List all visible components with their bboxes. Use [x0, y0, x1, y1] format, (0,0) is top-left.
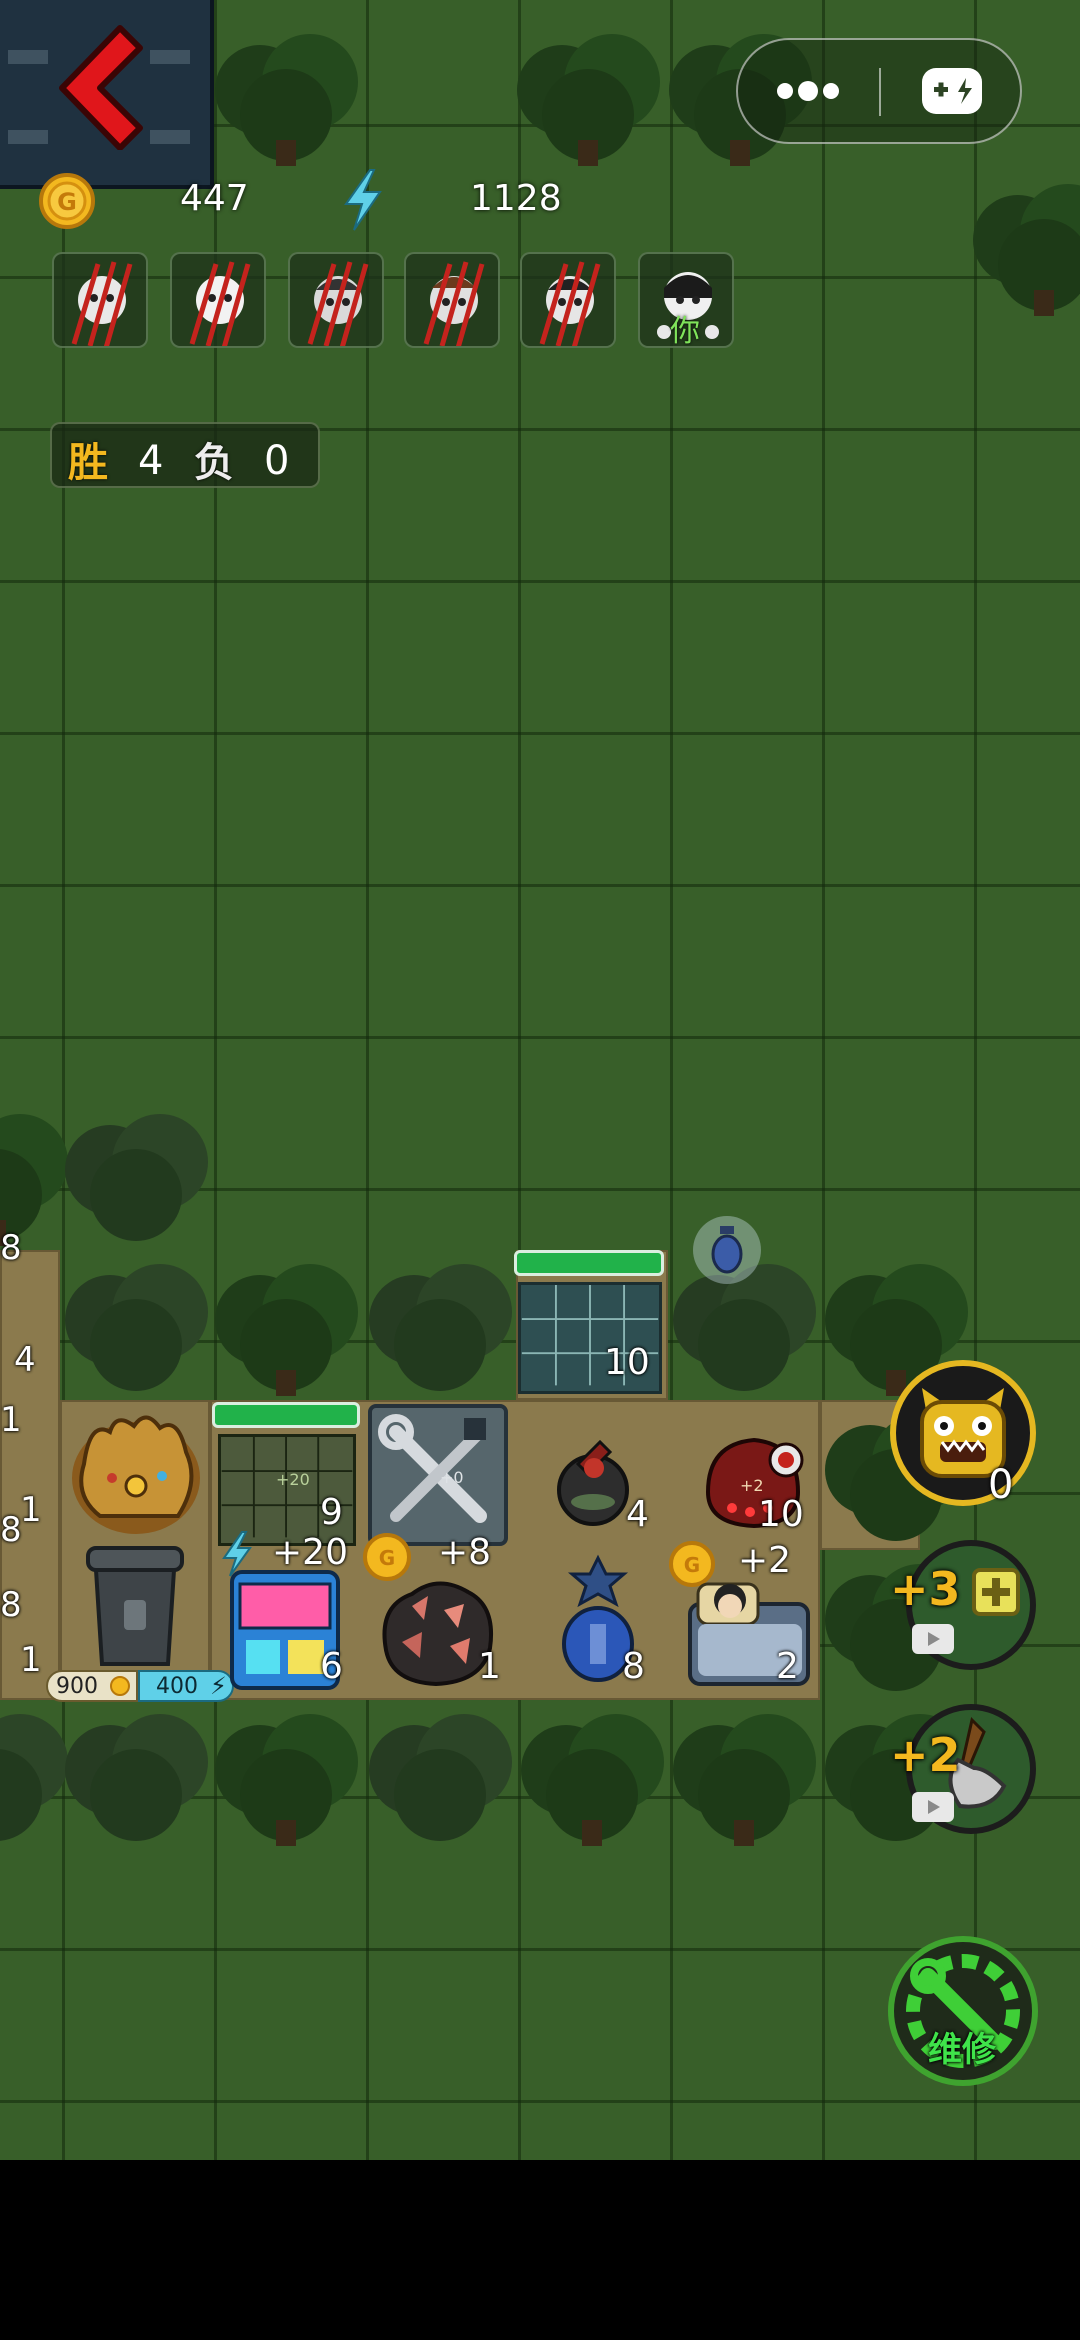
back-arrow-icon	[59, 25, 143, 151]
wrench-screwdriver-icon	[378, 1414, 487, 1523]
trash-can[interactable]	[80, 1540, 190, 1674]
win-count: 4	[138, 438, 164, 484]
gamepad-icon	[922, 68, 982, 114]
tree	[512, 20, 664, 170]
locker-health-bar	[212, 1402, 360, 1428]
repair-button[interactable]: 维修	[888, 1936, 1038, 2086]
red-device-count: 10	[758, 1494, 804, 1535]
win-label: 胜	[68, 440, 108, 486]
gold-amount: 447	[180, 178, 249, 219]
tree	[364, 1700, 516, 1850]
tree	[210, 1700, 362, 1850]
trash-gold-cost: 900	[56, 1674, 98, 1699]
vault-health-bar	[514, 1250, 664, 1276]
toolbox-hint: +0	[440, 1468, 464, 1487]
win-loss-record: 胜 4 负 0	[50, 422, 320, 488]
bottom-black-bar	[0, 2160, 1080, 2340]
svg-text:G: G	[57, 188, 77, 216]
loss-count: 0	[264, 438, 290, 484]
tree	[668, 1700, 820, 1850]
potion-count: 4	[626, 1494, 649, 1535]
repair-label: 维修	[928, 2030, 996, 2070]
back-button[interactable]	[40, 20, 150, 151]
edge-unit-count: 4	[14, 1340, 36, 1380]
monster-count: 0	[988, 1462, 1014, 1508]
ore-count: 1	[478, 1646, 501, 1687]
dig-bonus: +2	[890, 1728, 961, 1782]
game-board[interactable]: G 447 1128 你 胜 4 负 0 8 4 1 1 8 8 1 10 +2…	[0, 0, 1080, 2160]
glowing-lamp[interactable]	[690, 1210, 764, 1290]
vault-count: 10	[604, 1342, 650, 1383]
mini-program-capsule	[736, 38, 1022, 144]
capsule-divider	[879, 68, 881, 116]
more-dots-icon	[777, 81, 839, 101]
tree	[60, 1700, 212, 1850]
toolbox-crate[interactable]	[368, 1404, 508, 1546]
energy-bolt-icon	[340, 168, 386, 232]
edge-unit-count: 1	[0, 1400, 22, 1440]
base-tile	[0, 1250, 60, 1700]
edge-unit-count: 8	[0, 1585, 22, 1625]
tree	[60, 1100, 212, 1250]
energy-bolt-icon: ⚡	[210, 1672, 227, 1700]
tree	[364, 1250, 516, 1400]
edge-unit-count: 1	[20, 1490, 42, 1530]
defeated-opponent-avatar[interactable]	[288, 252, 384, 348]
defeated-opponent-avatar[interactable]	[520, 252, 616, 348]
video-ad-icon	[912, 1624, 954, 1654]
defeated-opponent-avatar[interactable]	[52, 252, 148, 348]
trash-gold-cost-tag[interactable]: 900	[46, 1670, 138, 1702]
energy-amount: 1128	[470, 178, 562, 219]
bed-count: 2	[776, 1646, 799, 1687]
defeated-opponent-avatar[interactable]	[170, 252, 266, 348]
tree	[516, 1700, 668, 1850]
red-device-hint: +2	[740, 1476, 764, 1495]
edge-unit-count: 1	[20, 1640, 42, 1680]
game-center-button[interactable]	[882, 40, 1022, 142]
trash-can-icon	[86, 1546, 184, 1666]
self-label: 你	[670, 314, 700, 348]
golden-gauntlet[interactable]	[62, 1398, 210, 1548]
blue-lamp-count: 8	[622, 1646, 645, 1687]
monster-summon-button[interactable]	[890, 1360, 1036, 1506]
build-bonus: +3	[890, 1562, 961, 1616]
edge-unit-count: 8	[0, 1510, 22, 1550]
locker-count: 9	[320, 1492, 343, 1533]
self-avatar[interactable]: 你	[638, 252, 734, 348]
locker-hint: +20	[276, 1470, 310, 1489]
vending-count: 6	[320, 1646, 343, 1687]
defeated-opponent-avatar[interactable]	[404, 252, 500, 348]
trash-energy-cost: 400	[156, 1674, 198, 1699]
more-menu-button[interactable]	[738, 40, 878, 142]
loss-label: 负	[194, 440, 234, 486]
tree	[968, 170, 1080, 320]
video-ad-icon	[912, 1792, 954, 1822]
edge-unit-count: 8	[0, 1228, 22, 1268]
trash-energy-cost-tag[interactable]: 400 ⚡	[138, 1670, 234, 1702]
gold-coin-icon: G	[38, 172, 96, 230]
gold-coin-icon	[110, 1676, 130, 1696]
tree	[210, 20, 362, 170]
tree	[210, 1250, 362, 1400]
tree	[60, 1250, 212, 1400]
